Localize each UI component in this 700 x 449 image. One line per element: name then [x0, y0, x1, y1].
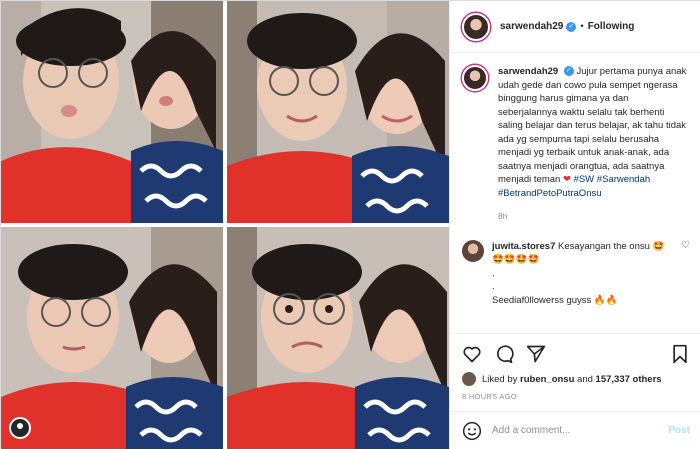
- photo-tile-4: [227, 227, 449, 449]
- comment-dot-1: .: [492, 267, 495, 279]
- header-separator: •: [580, 21, 584, 32]
- post-actions: Liked by ruben_onsu and 157,337 others 8…: [450, 333, 700, 401]
- tagged-users-icon[interactable]: [9, 417, 31, 439]
- post-header: sarwendah29 ✓ • Following: [450, 1, 700, 53]
- liker-avatar[interactable]: [462, 372, 476, 386]
- likes-prefix: Liked by: [482, 373, 518, 385]
- comment-input[interactable]: [492, 425, 652, 436]
- likes-connector: and: [577, 373, 593, 385]
- post-frame: sarwendah29 ✓ • Following sarwendah29 ✓ …: [0, 0, 700, 449]
- commenter-avatar[interactable]: [462, 239, 484, 262]
- comment-text-2: Seediaf0llowerss guyss 🔥🔥: [492, 294, 618, 306]
- following-button[interactable]: Following: [588, 21, 635, 32]
- post-side-panel: sarwendah29 ✓ • Following sarwendah29 ✓ …: [449, 1, 700, 449]
- photo-tile-3: [1, 227, 223, 449]
- comment-icon[interactable]: [494, 344, 514, 364]
- likes-count[interactable]: 157,337 others: [596, 374, 662, 385]
- author-username[interactable]: sarwendah29: [500, 21, 563, 32]
- comment-item: juwita.stores7 Kesayangan the onsu 🤩🤩🤩🤩🤩…: [462, 239, 690, 308]
- comment-body: juwita.stores7 Kesayangan the onsu 🤩🤩🤩🤩🤩…: [492, 240, 668, 308]
- hashtag-betrand[interactable]: #BetrandPetoPutraOnsu: [498, 188, 602, 199]
- hashtag-sarwendah[interactable]: #Sarwendah: [597, 174, 650, 185]
- comments-area[interactable]: sarwendah29 ✓ Jujur pertama punya anak u…: [450, 53, 700, 333]
- verified-badge-icon: ✓: [566, 21, 577, 32]
- add-comment-bar: Post: [450, 411, 700, 449]
- comment-dot-2: .: [492, 281, 495, 292]
- liker-username[interactable]: ruben_onsu: [520, 374, 574, 385]
- photo-tile-1: [1, 1, 223, 223]
- heart-emoji: ❤: [562, 174, 571, 185]
- heart-icon[interactable]: [462, 344, 482, 364]
- caption-username[interactable]: sarwendah29: [498, 66, 558, 77]
- post-media[interactable]: [1, 1, 449, 449]
- bookmark-icon[interactable]: [670, 344, 690, 364]
- author-avatar[interactable]: [462, 12, 490, 41]
- caption: sarwendah29 ✓ Jujur pertama punya anak u…: [462, 65, 690, 224]
- hashtag-sw[interactable]: #SW: [574, 174, 595, 185]
- post-time[interactable]: 8 HOURS AGO: [462, 392, 690, 401]
- photo-tile-2: [227, 1, 449, 223]
- comment-like-icon[interactable]: ♡: [681, 240, 690, 251]
- caption-verified-badge-icon: ✓: [563, 66, 574, 77]
- caption-time[interactable]: 8h: [498, 210, 690, 224]
- caption-avatar[interactable]: [462, 65, 488, 91]
- emoji-icon[interactable]: [462, 421, 482, 441]
- commenter-username[interactable]: juwita.stores7: [492, 241, 555, 252]
- share-icon[interactable]: [526, 344, 546, 364]
- caption-text: Jujur pertama punya anak udah gede dan c…: [498, 66, 687, 185]
- caption-body: sarwendah29 ✓ Jujur pertama punya anak u…: [498, 65, 690, 224]
- action-icons: [462, 340, 690, 368]
- likes-line: Liked by ruben_onsu and 157,337 others: [462, 372, 690, 386]
- post-button[interactable]: Post: [668, 425, 690, 436]
